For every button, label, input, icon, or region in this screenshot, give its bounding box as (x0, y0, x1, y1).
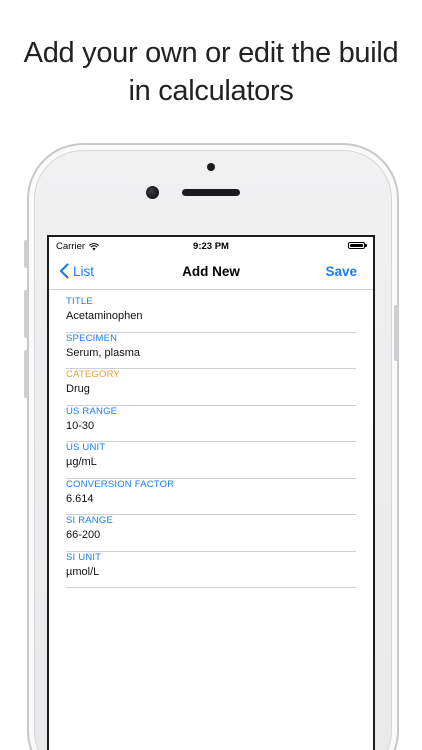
field-input[interactable]: 66-200 (66, 528, 356, 542)
form-field-title: TITLE Acetaminophen (66, 296, 356, 333)
field-input[interactable]: Acetaminophen (66, 309, 356, 323)
earpiece-speaker (182, 189, 240, 196)
form-field-conversion-factor: CONVERSION FACTOR 6.614 (66, 478, 356, 515)
headline-line-2: in calculators (128, 75, 294, 107)
battery-level (350, 244, 363, 247)
field-input[interactable]: µmol/L (66, 565, 356, 579)
phone-volume-down-button (24, 350, 28, 398)
status-bar: Carrier 9:23 PM (49, 237, 373, 255)
battery-icon (348, 242, 367, 249)
navigation-bar: List Add New Save (49, 255, 373, 290)
field-label: CATEGORY (66, 369, 121, 380)
form-field-us-range: US RANGE 10-30 (66, 405, 356, 442)
field-label: TITLE (66, 296, 93, 307)
screen-title: Add New (182, 264, 240, 279)
phone-mute-switch (24, 240, 28, 268)
field-label: US RANGE (66, 405, 118, 417)
field-label: SI RANGE (66, 515, 113, 526)
status-time: 9:23 PM (193, 241, 229, 252)
headline-line-1: Add your own or edit the build (23, 37, 399, 69)
field-input[interactable]: 6.614 (66, 492, 356, 506)
phone-screen: Carrier 9:23 PM List Add New Save TITLE … (47, 235, 375, 750)
phone-power-button (394, 305, 398, 361)
form-field-si-range: SI RANGE 66-200 (66, 515, 356, 552)
front-camera (146, 186, 159, 199)
field-label: CONVERSION FACTOR (66, 478, 175, 490)
field-input[interactable]: µg/mL (66, 455, 356, 469)
field-label: US UNIT (66, 442, 106, 453)
form-field-us-unit: US UNIT µg/mL (66, 442, 356, 479)
save-button[interactable]: Save (325, 264, 357, 279)
field-label: SI UNIT (66, 551, 102, 563)
form-field-category: CATEGORY Drug (66, 369, 356, 406)
calculator-form: TITLE Acetaminophen SPECIMEN Serum, plasma C… (49, 290, 373, 588)
app-store-screenshot: Add your own or edit the build in calcul… (0, 0, 422, 750)
phone-volume-up-button (24, 290, 28, 338)
field-label: SPECIMEN (66, 332, 118, 344)
field-input[interactable]: Serum, plasma (66, 346, 356, 360)
field-input[interactable]: Drug (66, 382, 356, 396)
form-field-specimen: SPECIMEN Serum, plasma (66, 332, 356, 369)
form-field-si-unit: SI UNIT µmol/L (66, 551, 356, 588)
proximity-sensor (207, 163, 215, 171)
promo-headline: Add your own or edit the build in calcul… (0, 34, 422, 110)
field-input[interactable]: 10-30 (66, 419, 356, 433)
